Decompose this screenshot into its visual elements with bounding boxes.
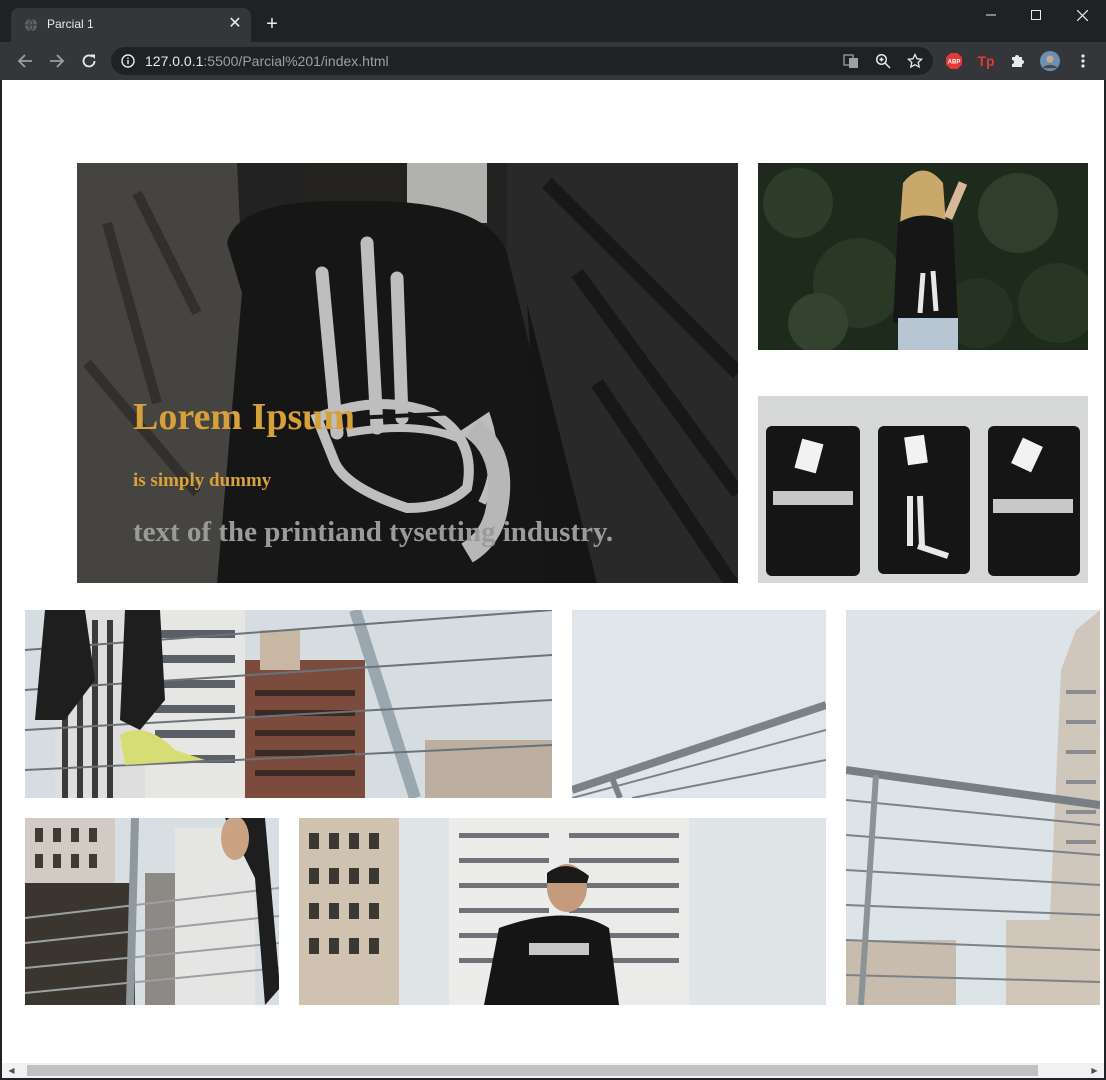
close-window-button[interactable] bbox=[1059, 0, 1105, 30]
horizontal-scrollbar[interactable]: ◀ ▶ bbox=[2, 1063, 1104, 1078]
scroll-left-arrow-icon[interactable]: ◀ bbox=[4, 1063, 19, 1078]
more-vertical-icon bbox=[1081, 54, 1085, 68]
gallery-photo-sky bbox=[572, 610, 826, 798]
gallery-photo-sneaker bbox=[25, 610, 552, 798]
star-icon bbox=[907, 53, 923, 69]
shirts-image bbox=[758, 396, 1088, 583]
browser-tab[interactable]: Parcial 1 ✕ bbox=[11, 8, 251, 42]
maximize-button[interactable] bbox=[1013, 0, 1059, 30]
hero-subtitle: is simply dummy bbox=[133, 470, 272, 491]
avatar bbox=[1040, 51, 1060, 71]
woman-image bbox=[758, 163, 1088, 350]
page-viewport: Lorem Ipsum is simply dummy text of the … bbox=[2, 80, 1104, 1063]
hero-text: text of the printiand tysetting industry… bbox=[133, 516, 614, 548]
close-icon bbox=[1076, 9, 1088, 21]
sneaker-image bbox=[25, 610, 552, 798]
profile-button[interactable] bbox=[1040, 51, 1060, 71]
window-border-left bbox=[0, 80, 2, 1080]
globe-icon bbox=[24, 18, 38, 32]
reload-button[interactable] bbox=[79, 51, 99, 71]
translate-icon bbox=[843, 54, 858, 68]
back-button[interactable] bbox=[15, 51, 35, 71]
railing-image bbox=[25, 818, 279, 1005]
tp-extension[interactable]: Tp bbox=[976, 51, 996, 71]
svg-text:Tp: Tp bbox=[977, 53, 994, 69]
tp-icon: Tp bbox=[977, 53, 994, 69]
address-bar[interactable]: 127.0.0.1:5500/Parcial%201/index.html bbox=[111, 47, 933, 75]
hero-title: Lorem Ipsum bbox=[133, 396, 356, 438]
maximize-icon bbox=[1031, 10, 1041, 20]
gallery-photo-railing bbox=[25, 818, 279, 1005]
gallery-photo-woman bbox=[758, 163, 1088, 350]
man-image bbox=[299, 818, 826, 1005]
gallery-photo-tower bbox=[846, 610, 1100, 1005]
forward-button[interactable] bbox=[47, 51, 67, 71]
svg-text:ABP: ABP bbox=[948, 60, 961, 66]
browser-toolbar: 127.0.0.1:5500/Parcial%201/index.html AB… bbox=[0, 42, 1106, 80]
reload-icon bbox=[82, 54, 96, 68]
puzzle-icon bbox=[1012, 55, 1024, 67]
info-icon[interactable] bbox=[121, 54, 135, 68]
tab-title: Parcial 1 bbox=[47, 17, 94, 31]
new-tab-button[interactable]: + bbox=[262, 14, 282, 34]
extensions-button[interactable] bbox=[1008, 51, 1028, 71]
tower-image bbox=[846, 610, 1100, 1005]
url-text: 127.0.0.1:5500/Parcial%201/index.html bbox=[145, 53, 389, 69]
translate-button[interactable] bbox=[841, 51, 861, 71]
arrow-left-icon bbox=[17, 54, 32, 68]
bookmark-star-button[interactable] bbox=[905, 51, 925, 71]
scroll-right-arrow-icon[interactable]: ▶ bbox=[1087, 1063, 1102, 1078]
zoom-icon bbox=[875, 53, 891, 69]
sky-image bbox=[572, 610, 826, 798]
gallery-photo-shirts bbox=[758, 396, 1088, 583]
minimize-button[interactable] bbox=[968, 0, 1014, 30]
arrow-right-icon bbox=[50, 54, 65, 68]
tab-strip: Parcial 1 ✕ + bbox=[0, 0, 1106, 42]
hero-photo: Lorem Ipsum is simply dummy text of the … bbox=[77, 163, 738, 583]
zoom-button[interactable] bbox=[873, 51, 893, 71]
adblock-icon: ABP bbox=[946, 53, 962, 69]
menu-button[interactable] bbox=[1073, 51, 1093, 71]
adblock-extension[interactable]: ABP bbox=[944, 51, 964, 71]
minimize-icon bbox=[986, 14, 996, 16]
gallery-photo-man bbox=[299, 818, 826, 1005]
close-tab-icon[interactable]: ✕ bbox=[225, 14, 245, 34]
scrollbar-thumb[interactable] bbox=[27, 1065, 1038, 1076]
